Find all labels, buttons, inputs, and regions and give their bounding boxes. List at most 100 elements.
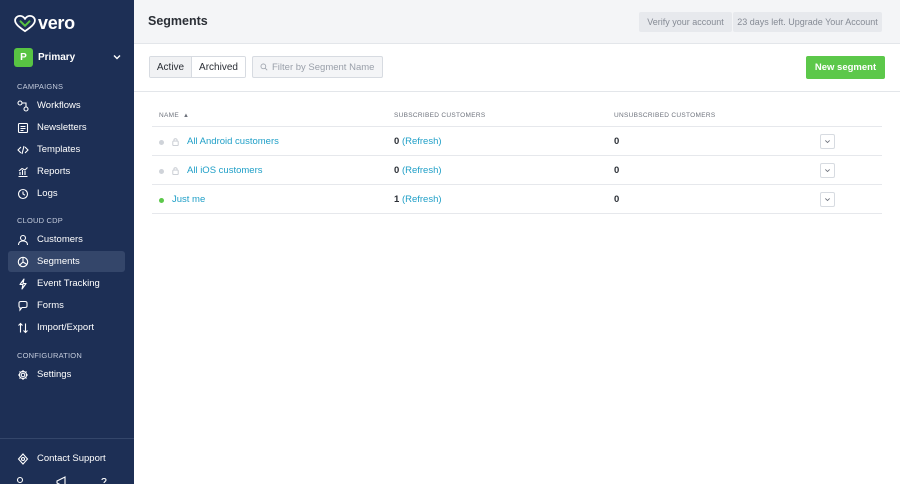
lock-icon [172,167,179,175]
table-row: All Android customers 0 (Refresh) 0 [152,127,882,156]
row-actions-dropdown[interactable] [820,134,835,149]
search-icon [260,63,268,71]
subscribed-count: 1 [394,194,400,205]
subscribed-cell: 0 (Refresh) [394,136,442,147]
row-actions-dropdown[interactable] [820,192,835,207]
workflow-icon [17,99,29,112]
gear-icon [17,369,29,381]
subscribed-cell: 0 (Refresh) [394,165,442,176]
user-icon [17,234,29,246]
sidebar-item-forms[interactable]: Forms [8,295,125,316]
segment-name-link[interactable]: All iOS customers [187,165,263,176]
code-icon [17,144,29,156]
segment-name-link[interactable]: Just me [172,194,205,205]
megaphone-icon[interactable] [56,476,68,484]
lock-icon [172,138,179,146]
segments-table: NAME ▲ SUBSCRIBED CUSTOMERS UNSUBSCRIBED … [152,106,882,214]
chevron-down-icon [825,169,830,173]
chart-icon [17,166,29,178]
sort-ascending-icon: ▲ [182,113,190,119]
workspace-switcher[interactable]: P Primary [14,47,122,67]
column-header-unsubscribed: UNSUBSCRIBED CUSTOMERS [614,112,716,119]
sidebar-item-label: Newsletters [37,122,87,133]
sidebar-item-label: Contact Support [37,453,106,464]
sidebar-item-label: Customers [37,234,83,245]
support-icon [17,452,29,465]
contact-support-link[interactable]: Contact Support [8,448,125,469]
row-actions-dropdown[interactable] [820,163,835,178]
table-header: NAME ▲ SUBSCRIBED CUSTOMERS UNSUBSCRIBED … [152,106,882,127]
sidebar-item-label: Segments [37,256,80,267]
sidebar-item-event-tracking[interactable]: Event Tracking [8,273,125,294]
tab-active[interactable]: Active [150,57,192,77]
sidebar-item-reports[interactable]: Reports [8,161,125,182]
help-icon[interactable] [98,476,110,484]
chevron-down-icon [825,140,830,144]
sidebar-item-label: Workflows [37,100,81,111]
section-campaigns-label: CAMPAIGNS [17,82,64,91]
workspace-avatar: P [14,47,33,67]
page-title: Segments [148,14,208,28]
sidebar-item-customers[interactable]: Customers [8,229,125,250]
column-header-name[interactable]: NAME ▲ [159,112,189,119]
column-header-label: NAME [159,112,179,119]
segment-status-toggle: Active Archived [149,56,246,78]
unsubscribed-count: 0 [614,136,620,147]
chevron-down-icon [113,55,121,60]
segment-name-link[interactable]: All Android customers [187,136,279,147]
sidebar-item-label: Logs [37,188,58,199]
sidebar-item-label: Templates [37,144,81,155]
status-dot-icon [159,169,164,174]
upgrade-account-button[interactable]: 23 days left. Upgrade Your Account [733,12,882,32]
lightning-icon [17,277,29,290]
section-configuration-label: CONFIGURATION [17,351,82,360]
status-dot-icon [159,140,164,145]
segments-toolbar: Active Archived New segment [134,44,900,92]
segment-filter [252,56,383,78]
sidebar-item-label: Settings [37,369,72,380]
unsubscribed-count: 0 [614,194,620,205]
sidebar-item-import-export[interactable]: Import/Export [8,317,125,338]
sidebar-item-settings[interactable]: Settings [8,364,125,385]
sidebar-item-label: Event Tracking [37,278,100,289]
refresh-link[interactable]: (Refresh) [402,136,442,147]
vero-heart-logo-icon [14,14,36,32]
sidebar: vero P Primary CAMPAIGNS Workflows Newsl… [0,0,134,484]
subscribed-cell: 1 (Refresh) [394,194,442,205]
workspace-name: Primary [38,51,76,63]
new-segment-button[interactable]: New segment [806,56,885,79]
subscribed-count: 0 [394,165,400,176]
sidebar-item-label: Forms [37,300,64,311]
sidebar-item-workflows[interactable]: Workflows [8,95,125,116]
refresh-link[interactable]: (Refresh) [402,165,442,176]
table-row: Just me 1 (Refresh) 0 [152,185,882,214]
status-dot-icon [159,198,164,203]
column-header-subscribed: SUBSCRIBED CUSTOMERS [394,112,486,119]
import-export-icon [17,322,29,334]
sidebar-item-label: Import/Export [37,322,95,333]
search-input[interactable] [272,61,382,73]
sidebar-item-newsletters[interactable]: Newsletters [8,117,125,138]
vero-logo[interactable]: vero [14,13,75,34]
section-cloud-cdp-label: CLOUD CDP [17,216,63,225]
sidebar-divider [0,438,134,439]
clock-icon [17,188,29,200]
newsletter-icon [17,122,29,134]
sidebar-item-label: Reports [37,166,71,177]
sidebar-item-segments[interactable]: Segments [8,251,125,272]
table-row: All iOS customers 0 (Refresh) 0 [152,156,882,185]
form-icon [17,300,29,312]
verify-account-button[interactable]: Verify your account [639,12,732,32]
pie-icon [17,256,29,268]
unsubscribed-count: 0 [614,165,620,176]
page-header: Segments Verify your account 23 days lef… [134,0,900,44]
brand-name: vero [38,13,75,33]
subscribed-count: 0 [394,136,400,147]
tab-archived[interactable]: Archived [192,57,245,77]
user-circle-icon[interactable] [14,476,26,484]
chevron-down-icon [825,198,830,202]
sidebar-footer-icons [14,476,124,484]
sidebar-item-templates[interactable]: Templates [8,139,125,160]
sidebar-item-logs[interactable]: Logs [8,183,125,204]
refresh-link[interactable]: (Refresh) [402,194,442,205]
